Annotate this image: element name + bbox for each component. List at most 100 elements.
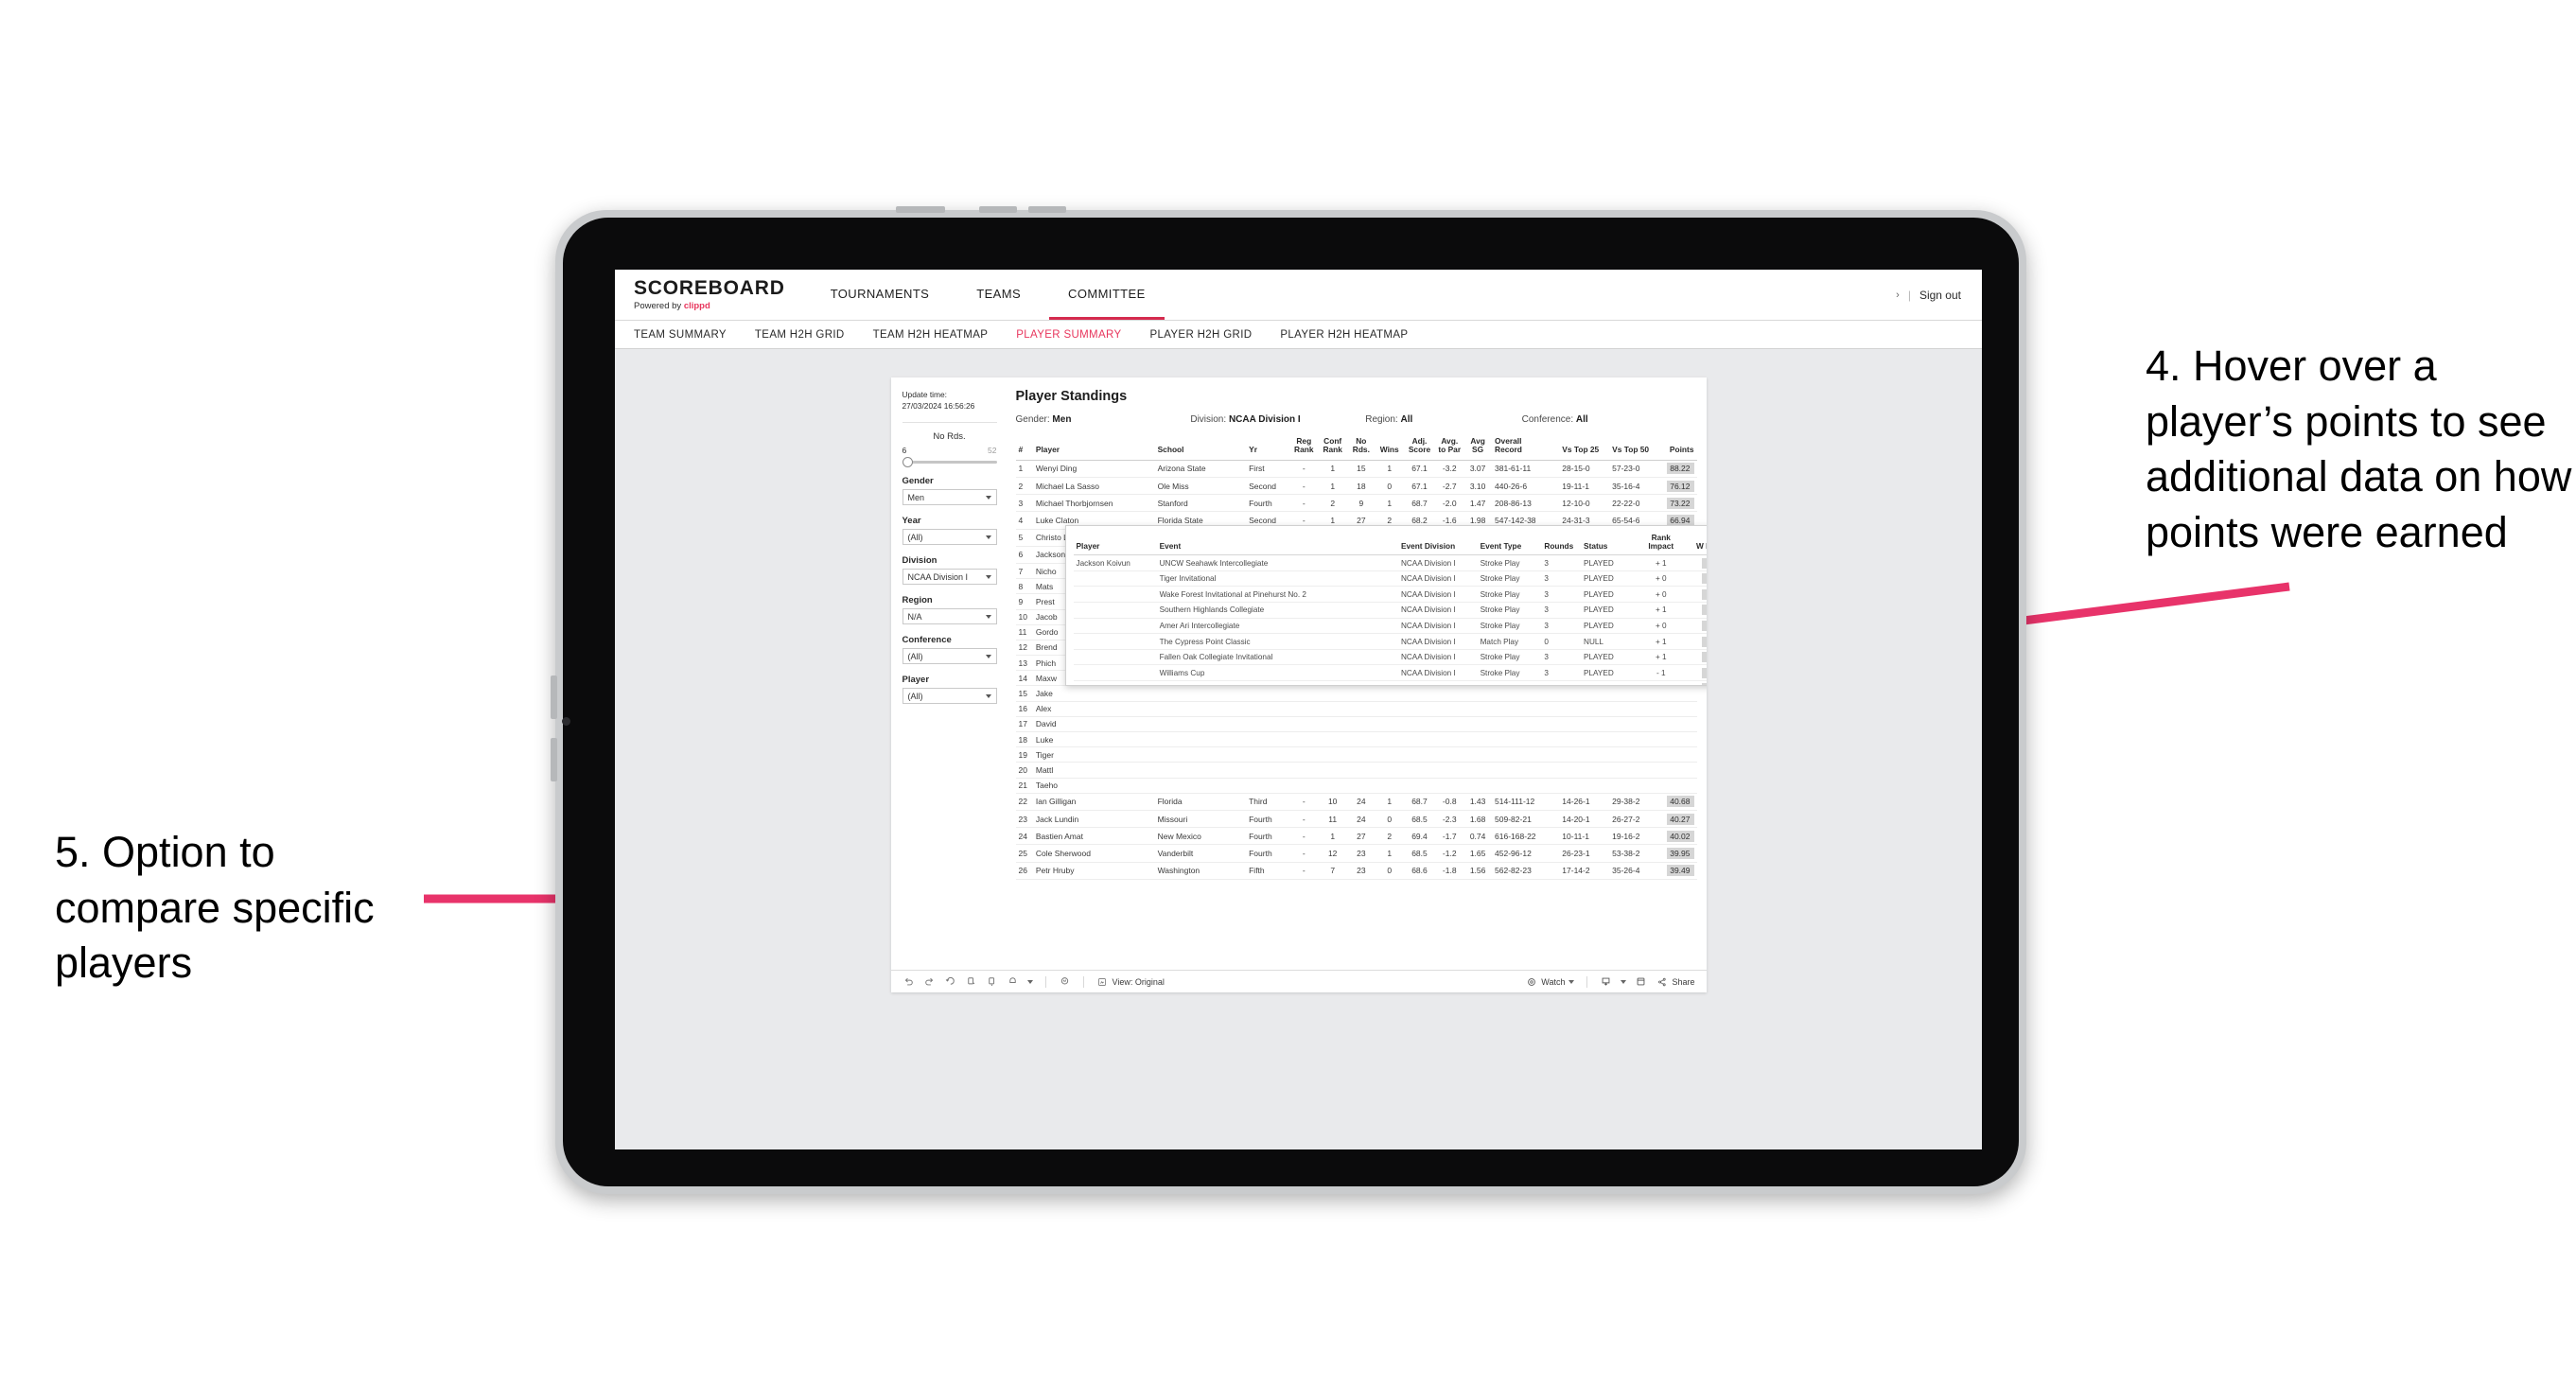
view-original-button[interactable]: View: Original xyxy=(1096,975,1165,988)
col-adj-score[interactable]: Adj. Score xyxy=(1403,435,1436,461)
filter-player-select[interactable]: (All) xyxy=(902,688,997,705)
tab-team-h2h-heatmap[interactable]: TEAM H2H HEATMAP xyxy=(873,329,989,341)
redo-icon[interactable] xyxy=(923,975,936,988)
cell-player: Alex xyxy=(1032,701,1155,717)
points-value[interactable]: 88.22 xyxy=(1667,463,1694,475)
nav-item-teams[interactable]: TEAMS xyxy=(957,270,1040,320)
volume-up-button[interactable] xyxy=(979,206,1017,213)
table-row[interactable]: 22 Ian Gilligan Florida Third -10 24 1 68.7 -0.8… xyxy=(1015,793,1697,811)
filter-gender-select[interactable]: Men xyxy=(902,489,997,506)
col-school[interactable]: School xyxy=(1154,435,1247,461)
table-row[interactable]: 1 Wenyi Ding Arizona State First -1 15 1 67.1 -3… xyxy=(1015,460,1697,479)
table-row[interactable]: 17 David xyxy=(1015,716,1697,733)
points-value[interactable]: 39.49 xyxy=(1667,865,1694,877)
col-vs-top-25[interactable]: Vs Top 25 xyxy=(1559,435,1610,461)
table-row[interactable]: 24 Bastien Amat New Mexico Fourth -1 27 2 69.4-… xyxy=(1015,827,1697,846)
filter-year-select[interactable]: (All) xyxy=(902,529,997,546)
cell-points[interactable] xyxy=(1659,716,1697,733)
filter-division-select[interactable]: NCAA Division I xyxy=(902,569,997,586)
points-value[interactable]: 40.68 xyxy=(1667,796,1694,808)
brand-logo[interactable]: SCOREBOARD Powered by clippd xyxy=(615,270,802,320)
points-value[interactable]: 40.02 xyxy=(1667,830,1694,842)
cell-points[interactable]: 73.22 xyxy=(1659,494,1697,513)
cell-points[interactable]: 76.12 xyxy=(1659,477,1697,496)
tab-team-summary[interactable]: TEAM SUMMARY xyxy=(634,329,727,341)
table-row[interactable]: 18 Luke xyxy=(1015,731,1697,748)
tooltip-cell-event-type: Stroke Play xyxy=(1477,618,1542,635)
tab-player-summary[interactable]: PLAYER SUMMARY xyxy=(1016,329,1121,341)
no-rounds-slider[interactable]: No Rds. 6 52 xyxy=(902,431,997,468)
points-value[interactable]: 39.95 xyxy=(1667,847,1694,859)
chevron-down-icon[interactable] xyxy=(1026,979,1033,984)
refresh-icon[interactable] xyxy=(965,975,977,988)
table-row[interactable]: 26 Petr Hruby Washington Fifth -7 23 0 68.6 -1.8… xyxy=(1015,862,1697,880)
chevron-down-icon[interactable] xyxy=(1621,979,1627,984)
table-row[interactable]: 19 Tiger xyxy=(1015,746,1697,763)
points-value[interactable]: 73.22 xyxy=(1667,497,1694,509)
undo-icon[interactable] xyxy=(902,975,915,988)
col-wins[interactable]: Wins xyxy=(1375,435,1404,461)
side-button-one[interactable] xyxy=(551,675,557,719)
sign-out-link[interactable]: Sign out xyxy=(1919,289,1961,302)
table-row[interactable]: 16 Alex xyxy=(1015,701,1697,717)
table-row[interactable]: 2 Michael La Sasso Ole Miss Second -1 18 0 67.1… xyxy=(1015,477,1697,496)
watch-button[interactable]: Watch xyxy=(1525,975,1575,988)
cell-points[interactable] xyxy=(1659,731,1697,748)
col-player[interactable]: Player xyxy=(1032,435,1155,461)
download-icon[interactable] xyxy=(1600,975,1612,988)
table-row[interactable]: 21 Taeho xyxy=(1015,778,1697,794)
alert-icon[interactable] xyxy=(1007,975,1019,988)
col-rank[interactable]: # xyxy=(1015,435,1033,461)
cell-points[interactable] xyxy=(1659,762,1697,779)
col-vs-top-50[interactable]: Vs Top 50 xyxy=(1609,435,1659,461)
cell-points[interactable] xyxy=(1659,685,1697,702)
slider-thumb[interactable] xyxy=(902,457,913,468)
table-row[interactable]: 20 Mattl xyxy=(1015,762,1697,779)
fullscreen-icon[interactable] xyxy=(1635,975,1647,988)
cell-vs-top-25: 17-14-2 xyxy=(1559,862,1610,880)
col-avg-to-par[interactable]: Avg. to Par xyxy=(1435,435,1464,461)
col-reg-rank[interactable]: Reg Rank xyxy=(1289,435,1319,461)
cell-points[interactable]: 40.68 xyxy=(1659,793,1697,811)
tab-player-h2h-grid[interactable]: PLAYER H2H GRID xyxy=(1149,329,1252,341)
cell-points[interactable] xyxy=(1659,778,1697,794)
filter-conference-select[interactable]: (All) xyxy=(902,648,997,665)
cell-points[interactable] xyxy=(1659,746,1697,763)
col-points[interactable]: Points xyxy=(1659,435,1697,461)
nav-item-tournaments[interactable]: TOURNAMENTS xyxy=(812,270,949,320)
tab-player-h2h-heatmap[interactable]: PLAYER H2H HEATMAP xyxy=(1280,329,1408,341)
cell-points[interactable] xyxy=(1659,701,1697,717)
nav-item-committee[interactable]: COMMITTEE xyxy=(1049,270,1165,320)
volume-down-button[interactable] xyxy=(1028,206,1066,213)
filter-region-select[interactable]: N/A xyxy=(902,608,997,625)
col-conf-rank[interactable]: Conf Rank xyxy=(1318,435,1347,461)
slider-track[interactable] xyxy=(902,457,997,468)
tooltip-cell-rank-impact: + 1 xyxy=(1638,680,1684,685)
col-yr[interactable]: Yr xyxy=(1246,435,1290,461)
pause-updates-icon[interactable] xyxy=(986,975,998,988)
share-button[interactable]: Share xyxy=(1656,975,1695,988)
highlight-icon[interactable] xyxy=(1059,975,1071,988)
standings-header-row: # Player School Yr Reg Rank Conf Rank No… xyxy=(1015,435,1697,461)
cell-points[interactable]: 88.22 xyxy=(1659,460,1697,479)
table-row[interactable]: 23 Jack Lundin Missouri Fourth -11 24 0 68.5 -2.… xyxy=(1015,810,1697,829)
cell-points[interactable]: 40.02 xyxy=(1659,827,1697,846)
col-no-rds[interactable]: No Rds. xyxy=(1346,435,1376,461)
user-menu-icon[interactable]: › xyxy=(1896,289,1900,301)
table-row[interactable]: 3 Michael Thorbjornsen Stanford Fourth -2 9 1 6… xyxy=(1015,494,1697,513)
col-avg-sg[interactable]: Avg SG xyxy=(1463,435,1493,461)
tooltip-cell-rounds: 0 xyxy=(1541,680,1582,685)
cell-points[interactable]: 40.27 xyxy=(1659,810,1697,829)
tooltip-cell-event-division: NCAA Division I xyxy=(1397,570,1478,588)
revert-icon[interactable] xyxy=(944,975,956,988)
points-value[interactable]: 40.27 xyxy=(1667,813,1694,825)
table-row[interactable]: 15 Jake xyxy=(1015,685,1697,702)
tab-team-h2h-grid[interactable]: TEAM H2H GRID xyxy=(755,329,845,341)
power-button[interactable] xyxy=(896,206,945,213)
col-overall-record[interactable]: Overall Record xyxy=(1492,435,1560,461)
cell-points[interactable]: 39.95 xyxy=(1659,844,1697,863)
cell-points[interactable]: 39.49 xyxy=(1659,862,1697,880)
side-button-two[interactable] xyxy=(551,738,557,781)
points-value[interactable]: 76.12 xyxy=(1667,480,1694,492)
table-row[interactable]: 25 Cole Sherwood Vanderbilt Fourth -12 23 1 68.… xyxy=(1015,844,1697,863)
